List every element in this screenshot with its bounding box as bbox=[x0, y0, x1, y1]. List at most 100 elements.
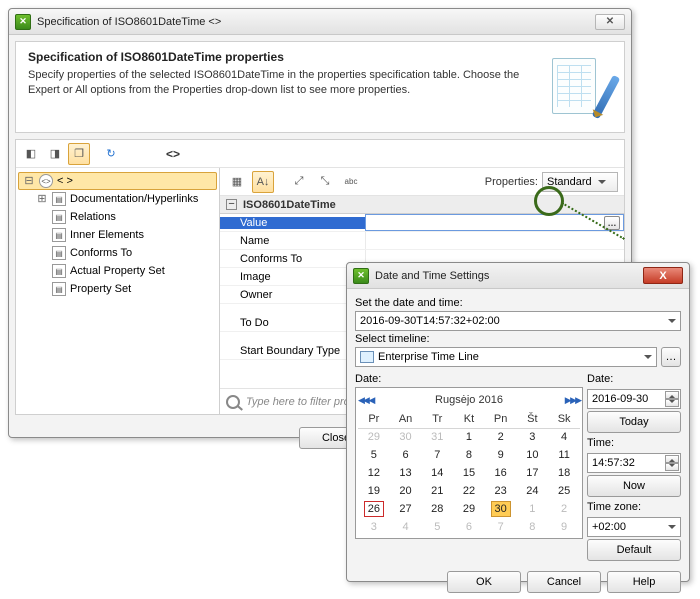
collapse-icon[interactable]: ⤡ bbox=[314, 171, 336, 193]
calendar-day[interactable]: 2 bbox=[548, 500, 580, 518]
calendar-day[interactable]: 12 bbox=[358, 464, 390, 482]
dt-help-button[interactable]: Help bbox=[607, 571, 681, 593]
titlebar[interactable]: ✕ Specification of ISO8601DateTime <> ✕ bbox=[9, 9, 631, 35]
default-button[interactable]: Default bbox=[587, 539, 681, 561]
expand-icon[interactable]: ⤢ bbox=[288, 171, 310, 193]
window-title: Specification of ISO8601DateTime <> bbox=[37, 16, 589, 28]
dt-titlebar[interactable]: ✕ Date and Time Settings X bbox=[347, 263, 689, 289]
calendar-day[interactable]: 3 bbox=[358, 518, 390, 536]
calendar-day[interactable]: 9 bbox=[485, 446, 517, 464]
dt-footer: OK Cancel Help bbox=[347, 565, 689, 599]
cal-next-buttons[interactable]: ▶ ▶▶ bbox=[565, 395, 580, 406]
calendar-day[interactable]: 9 bbox=[548, 518, 580, 536]
ellipsis-button[interactable]: … bbox=[604, 216, 620, 230]
calendar-day[interactable]: 8 bbox=[517, 518, 549, 536]
datetime-field[interactable]: 2016-09-30T14:57:32+02:00 bbox=[355, 311, 681, 331]
calendar-day[interactable]: 7 bbox=[485, 518, 517, 536]
calendar-day[interactable]: 3 bbox=[517, 428, 549, 446]
ok-button[interactable]: OK bbox=[447, 571, 521, 593]
tz-select[interactable]: +02:00 bbox=[587, 517, 681, 537]
close-window-button[interactable]: ✕ bbox=[595, 14, 625, 30]
calendar-day[interactable]: 2 bbox=[485, 428, 517, 446]
tree-item[interactable]: ⊞▤Documentation/Hyperlinks bbox=[18, 190, 217, 208]
calendar-day[interactable]: 19 bbox=[358, 482, 390, 500]
calendar-day[interactable]: 21 bbox=[421, 482, 453, 500]
calendar-day[interactable]: 5 bbox=[421, 518, 453, 536]
calendar-day[interactable]: 26 bbox=[358, 500, 390, 518]
spin-down-icon[interactable] bbox=[665, 399, 679, 407]
collapse-group-icon[interactable]: − bbox=[226, 199, 237, 210]
calendar-day[interactable]: 1 bbox=[517, 500, 549, 518]
today-button[interactable]: Today bbox=[587, 411, 681, 433]
calendar-day[interactable]: 7 bbox=[421, 446, 453, 464]
abc-icon[interactable]: abc bbox=[340, 171, 362, 193]
property-value[interactable]: … bbox=[365, 214, 624, 231]
grid-group-header[interactable]: − ISO8601DateTime bbox=[220, 196, 624, 214]
tree-item[interactable]: ▤Conforms To bbox=[18, 244, 217, 262]
calendar-day[interactable]: 24 bbox=[517, 482, 549, 500]
calendar-day[interactable]: 22 bbox=[453, 482, 485, 500]
property-row[interactable]: Name bbox=[220, 232, 624, 250]
calendar-day[interactable]: 4 bbox=[548, 428, 580, 446]
calendar-day[interactable]: 23 bbox=[485, 482, 517, 500]
calendar-day[interactable]: 29 bbox=[453, 500, 485, 518]
calendar-day[interactable]: 4 bbox=[390, 518, 422, 536]
calendar-day[interactable]: 25 bbox=[548, 482, 580, 500]
tree-root[interactable]: ⊟ <> < > bbox=[18, 172, 217, 190]
property-name: Start Boundary Type bbox=[220, 345, 365, 357]
calendar-day[interactable]: 30 bbox=[485, 500, 517, 518]
calendar-day[interactable]: 20 bbox=[390, 482, 422, 500]
tree-item[interactable]: ▤Inner Elements bbox=[18, 226, 217, 244]
calendar-day[interactable]: 1 bbox=[453, 428, 485, 446]
tree-item[interactable]: ▤Actual Property Set bbox=[18, 262, 217, 280]
header-title: Specification of ISO8601DateTime propert… bbox=[28, 50, 612, 64]
refresh-icon[interactable]: ↻ bbox=[100, 143, 122, 165]
calendar-grid[interactable]: PrAnTrKtPnŠtSk 2930311234567891011121314… bbox=[358, 410, 580, 536]
calendar-day[interactable]: 28 bbox=[421, 500, 453, 518]
timeline-browse-button[interactable]: … bbox=[661, 347, 681, 367]
history-fwd-icon[interactable]: ◨ bbox=[44, 143, 66, 165]
property-value[interactable] bbox=[365, 232, 624, 249]
sort-icon[interactable]: A↓ bbox=[252, 171, 274, 193]
dt-close-button[interactable]: X bbox=[643, 267, 683, 284]
calendar-day[interactable]: 27 bbox=[390, 500, 422, 518]
dow-header: Pn bbox=[485, 410, 517, 428]
history-back-icon[interactable]: ◧ bbox=[20, 143, 42, 165]
calendar-day[interactable]: 29 bbox=[358, 428, 390, 446]
calendar-day[interactable]: 16 bbox=[485, 464, 517, 482]
chevron-down-icon bbox=[668, 319, 676, 327]
spin-up-icon[interactable] bbox=[665, 391, 679, 399]
tree-item[interactable]: ▤Property Set bbox=[18, 280, 217, 298]
calendar-day[interactable]: 6 bbox=[390, 446, 422, 464]
calendar-day[interactable]: 15 bbox=[453, 464, 485, 482]
categorize-icon[interactable]: ▦ bbox=[226, 171, 248, 193]
calendar-day[interactable]: 8 bbox=[453, 446, 485, 464]
spin-up-icon[interactable] bbox=[665, 455, 679, 463]
property-name: Name bbox=[220, 235, 365, 247]
calendar-day[interactable]: 31 bbox=[421, 428, 453, 446]
time-input[interactable]: 14:57:32 bbox=[587, 453, 681, 473]
spin-down-icon[interactable] bbox=[665, 463, 679, 471]
calendar-day[interactable]: 10 bbox=[517, 446, 549, 464]
calendar-day[interactable]: 14 bbox=[421, 464, 453, 482]
copy-icon[interactable]: ❐ bbox=[68, 143, 90, 165]
properties-select[interactable]: Standard bbox=[542, 172, 618, 192]
calendar-day[interactable]: 6 bbox=[453, 518, 485, 536]
calendar[interactable]: ◀◀ ◀ Rugsėjo 2016 ▶ ▶▶ PrAnTrKtPnŠtSk 29… bbox=[355, 387, 583, 539]
calendar-day[interactable]: 30 bbox=[390, 428, 422, 446]
calendar-day[interactable]: 18 bbox=[548, 464, 580, 482]
element-tree[interactable]: ⊟ <> < > ⊞▤Documentation/Hyperlinks▤Rela… bbox=[16, 168, 220, 414]
tree-item[interactable]: ▤Relations bbox=[18, 208, 217, 226]
now-button[interactable]: Now bbox=[587, 475, 681, 497]
cancel-button[interactable]: Cancel bbox=[527, 571, 601, 593]
cal-prev-buttons[interactable]: ◀◀ ◀ bbox=[358, 395, 373, 406]
property-name: Value bbox=[220, 217, 365, 229]
date-input[interactable]: 2016-09-30 bbox=[587, 389, 681, 409]
timeline-field[interactable]: Enterprise Time Line bbox=[355, 347, 657, 367]
calendar-day[interactable]: 13 bbox=[390, 464, 422, 482]
set-datetime-label: Set the date and time: bbox=[355, 297, 681, 309]
calendar-day[interactable]: 11 bbox=[548, 446, 580, 464]
property-row[interactable]: Value … bbox=[220, 214, 624, 232]
calendar-day[interactable]: 5 bbox=[358, 446, 390, 464]
calendar-day[interactable]: 17 bbox=[517, 464, 549, 482]
